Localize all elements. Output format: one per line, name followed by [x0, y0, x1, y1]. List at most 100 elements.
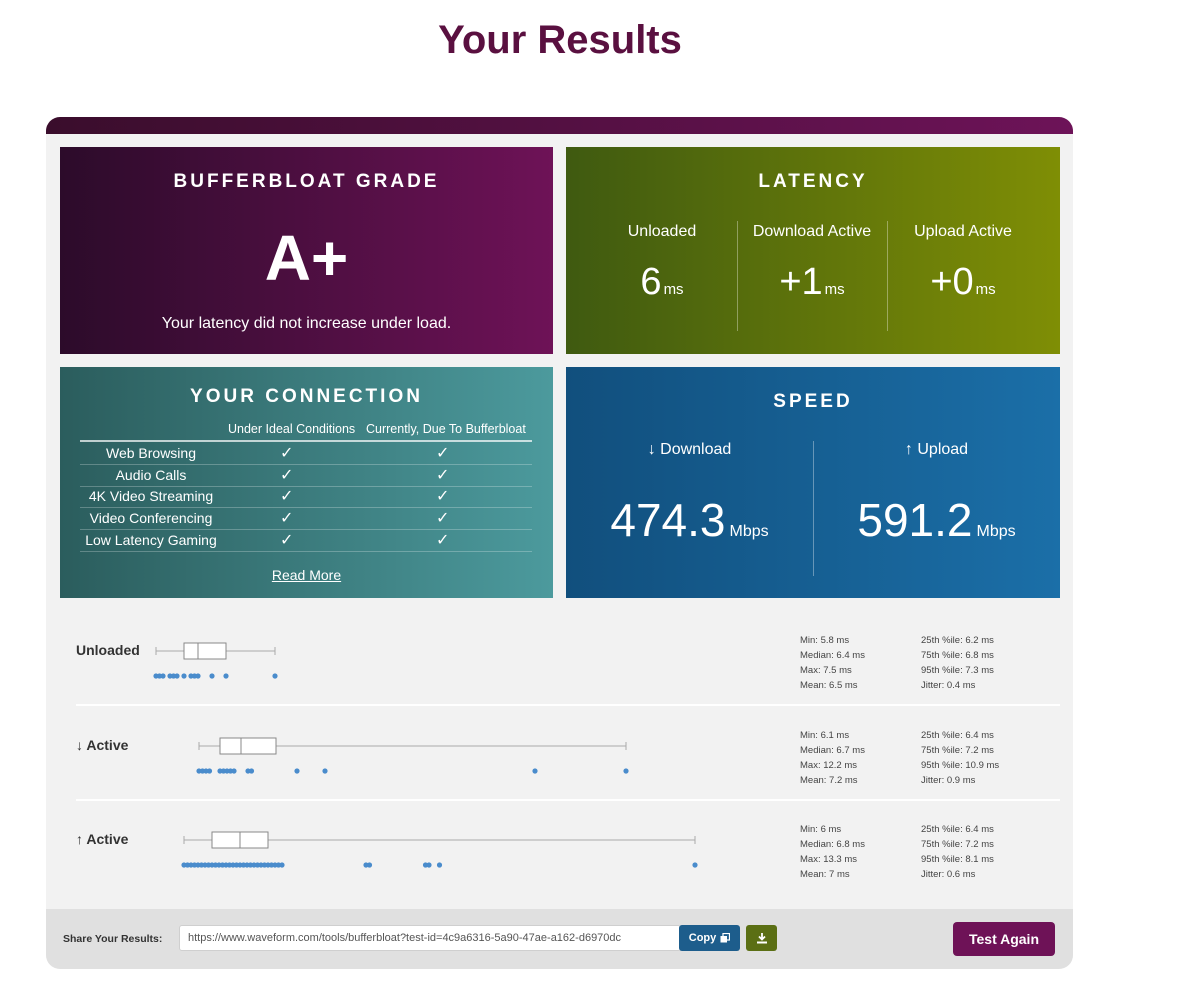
- page-title: Your Results: [438, 18, 682, 62]
- download-icon: [756, 933, 767, 944]
- speed-download: ↓ Download 474.3 Mbps: [566, 441, 813, 547]
- latency-box-plot: [196, 737, 629, 774]
- stats-right-column: 25th %ile: 6.2 ms 75th %ile: 6.8 ms 95th %…: [921, 633, 994, 693]
- check-icon: ✓: [436, 466, 450, 484]
- stat-value: Min: 6.1 ms: [800, 730, 850, 741]
- sample-dot: [322, 768, 328, 774]
- sample-dot: [436, 862, 443, 868]
- read-more-link[interactable]: Read More: [60, 567, 553, 583]
- test-again-button[interactable]: Test Again: [953, 922, 1055, 956]
- sample-dot: [294, 768, 300, 774]
- stat-value: 25th %ile: 6.4 ms: [921, 824, 994, 835]
- stat-value: Jitter: 0.6 ms: [921, 869, 976, 880]
- latency-unit: ms: [824, 281, 845, 298]
- stat-value: Min: 6 ms: [800, 824, 842, 835]
- connection-row: Web Browsing ✓ ✓: [80, 443, 532, 465]
- sample-dot: [272, 673, 278, 679]
- connection-activity: Web Browsing: [105, 445, 196, 461]
- stat-value: Median: 6.7 ms: [800, 745, 865, 756]
- connection-row: Low Latency Gaming ✓ ✓: [80, 530, 532, 552]
- check-icon: ✓: [436, 510, 450, 528]
- download-value: 474.3: [610, 494, 726, 546]
- stat-value: Max: 7.5 ms: [800, 665, 852, 676]
- latency-box-plot: [181, 831, 698, 868]
- connection-activity: Audio Calls: [115, 466, 187, 483]
- stat-value: Median: 6.8 ms: [800, 839, 865, 850]
- stat-value: Max: 12.2 ms: [800, 760, 858, 771]
- copy-icon: [720, 933, 731, 943]
- latency-download: Download Active +1 ms: [737, 221, 887, 331]
- upload-label: ↑ Upload: [904, 441, 969, 458]
- stat-value: 95th %ile: 10.9 ms: [921, 760, 1000, 771]
- stat-value: Min: 5.8 ms: [800, 635, 850, 646]
- share-bar: Share Your Results: Copy Test Again: [46, 909, 1073, 969]
- connection-activity: 4K Video Streaming: [88, 488, 214, 505]
- sample-dot: [426, 862, 432, 868]
- iqr-box: [219, 737, 277, 755]
- check-icon: ✓: [280, 510, 294, 528]
- sample-dot: [174, 673, 180, 679]
- connection-row: Video Conferencing ✓ ✓: [80, 508, 532, 531]
- sample-dot: [206, 768, 213, 774]
- latency-panel: LATENCY Unloaded 6 ms Download Active +1 m…: [566, 147, 1060, 354]
- copy-button[interactable]: Copy: [679, 925, 740, 951]
- stat-value: Mean: 7 ms: [800, 869, 850, 880]
- grade-description: Your latency did not increase under load…: [161, 315, 452, 332]
- stat-value: Mean: 7.2 ms: [800, 775, 858, 786]
- speed-unit: Mbps: [976, 523, 1016, 540]
- connection-title: YOUR CONNECTION: [190, 386, 423, 407]
- check-icon: ✓: [436, 445, 450, 462]
- grade-value: A+: [264, 222, 349, 294]
- connection-header-ideal: Under Ideal Conditions: [228, 422, 356, 436]
- latency-unloaded: Unloaded 6 ms: [587, 221, 737, 331]
- sample-dot: [279, 862, 285, 868]
- latency-unloaded-label: Unloaded: [627, 223, 697, 240]
- stat-value: 95th %ile: 7.3 ms: [921, 665, 994, 676]
- stats-left-column: Min: 5.8 ms Median: 6.4 ms Max: 7.5 ms Mean…: [800, 633, 865, 693]
- latency-download-value: +1: [779, 261, 823, 303]
- connection-activity: Video Conferencing: [89, 510, 213, 527]
- check-icon: ✓: [280, 531, 294, 549]
- connection-row: 4K Video Streaming ✓ ✓: [80, 486, 532, 509]
- sample-dot: [623, 768, 629, 774]
- latency-unloaded-value: 6: [640, 261, 662, 303]
- results-card: BUFFERBLOAT GRADE A+ Your latency did no…: [46, 117, 1073, 969]
- check-icon: ✓: [280, 466, 294, 484]
- download-label: ↓ Download: [647, 441, 732, 458]
- share-url-input[interactable]: [179, 925, 681, 951]
- stat-value: 75th %ile: 7.2 ms: [921, 839, 994, 850]
- speed-panel: SPEED ↓ Download 474.3 Mbps ↑ Upload 591.…: [566, 367, 1060, 598]
- stat-value: 75th %ile: 7.2 ms: [921, 745, 994, 756]
- connection-header-current: Currently, Due To Bufferbloat: [366, 422, 526, 436]
- sample-dot: [532, 768, 538, 774]
- row-separator: [76, 799, 1060, 801]
- sample-dot: [231, 768, 237, 774]
- check-icon: ✓: [280, 488, 294, 506]
- sample-dot: [160, 673, 166, 679]
- sample-dot: [366, 862, 373, 868]
- connection-panel: YOUR CONNECTION Under Ideal Conditions C…: [60, 367, 553, 598]
- speed-upload: ↑ Upload 591.2 Mbps: [813, 441, 1060, 547]
- connection-divider: [80, 440, 532, 442]
- stats-left-column: Min: 6 ms Median: 6.8 ms Max: 13.3 ms Mean:…: [800, 822, 865, 882]
- stat-value: Max: 13.3 ms: [800, 854, 858, 865]
- sample-dot: [248, 768, 255, 774]
- stat-row-label: ↑ Active: [76, 831, 129, 847]
- stat-value: 25th %ile: 6.2 ms: [921, 635, 994, 646]
- speed-title: SPEED: [773, 391, 853, 412]
- stat-value: Median: 6.4 ms: [800, 650, 865, 661]
- latency-box-plot: [153, 642, 278, 679]
- stat-value: 95th %ile: 8.1 ms: [921, 854, 994, 865]
- stat-value: Mean: 6.5 ms: [800, 680, 858, 691]
- check-icon: ✓: [436, 531, 450, 549]
- download-results-button[interactable]: [746, 925, 777, 951]
- stat-value: 25th %ile: 6.4 ms: [921, 730, 994, 741]
- stat-value: 75th %ile: 6.8 ms: [921, 650, 994, 661]
- stats-left-column: Min: 6.1 ms Median: 6.7 ms Max: 12.2 ms Mea…: [800, 728, 865, 788]
- connection-activity: Low Latency Gaming: [85, 531, 217, 548]
- latency-upload-label: Upload Active: [914, 223, 1012, 240]
- sample-dot: [181, 673, 187, 679]
- sample-dot: [195, 673, 201, 679]
- stats-right-column: 25th %ile: 6.4 ms 75th %ile: 7.2 ms 95th %…: [921, 822, 994, 882]
- sample-dot: [209, 673, 215, 679]
